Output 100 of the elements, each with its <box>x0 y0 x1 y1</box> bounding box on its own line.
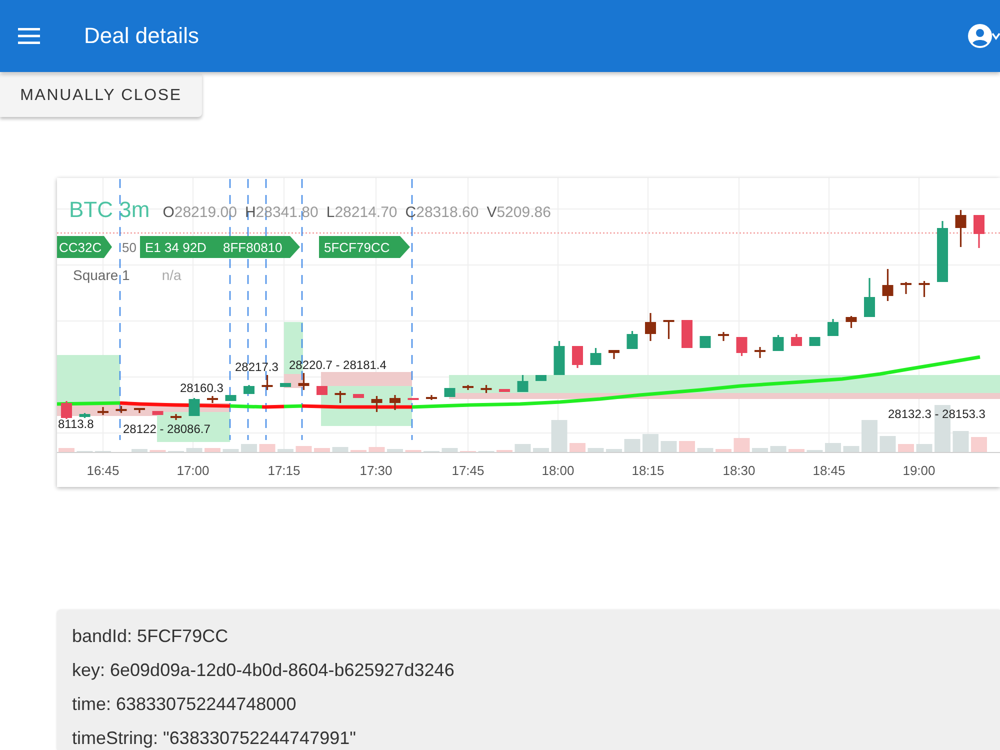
study-value: n/a <box>162 267 182 284</box>
candlestick <box>809 337 820 346</box>
candlestick <box>864 278 875 317</box>
candlestick <box>262 375 273 390</box>
volume-bar <box>843 446 860 452</box>
volume-bar <box>588 448 604 452</box>
candlestick <box>700 336 711 348</box>
time-axis-label: 17:45 <box>452 463 484 478</box>
volume-bar <box>642 434 658 452</box>
menu-button[interactable] <box>18 28 40 44</box>
marker-flag: 5FCF79CC <box>319 236 410 258</box>
candlestick <box>554 341 565 375</box>
candlestick <box>682 320 692 348</box>
volume-bar <box>58 448 74 452</box>
manually-close-button[interactable]: MANUALLY CLOSE <box>0 74 202 117</box>
candlestick <box>280 383 291 387</box>
candlestick <box>152 411 164 415</box>
candlestick <box>974 215 984 248</box>
candlestick <box>718 332 729 341</box>
volume-bar <box>296 446 312 452</box>
candlestick <box>480 385 492 393</box>
candlestick <box>207 396 218 403</box>
volume-bar <box>679 441 695 452</box>
volume-bar <box>916 444 932 452</box>
volume-bar <box>533 448 549 452</box>
ohlc-value: O28219.00 <box>162 204 237 222</box>
volume-bar <box>752 448 768 452</box>
volume-bar <box>314 448 330 452</box>
range-label: 28122 - 28086.7 <box>123 422 210 436</box>
ohlc-value: L28214.70 <box>326 204 398 222</box>
account-button[interactable] <box>968 24 1000 48</box>
volume-bar <box>241 444 257 452</box>
candlestick <box>444 388 456 397</box>
menu-icon <box>18 28 40 44</box>
volume-bar <box>551 420 568 452</box>
range-label: 28217.3 <box>235 360 278 374</box>
marker-flag: CC32C <box>57 236 112 258</box>
volume-bar <box>606 449 622 452</box>
time-axis-label: 17:15 <box>268 463 300 478</box>
candlestick <box>134 408 145 413</box>
candlestick <box>116 406 127 413</box>
ohlc-value: V5209.86 <box>486 204 551 222</box>
candlestick <box>298 373 310 390</box>
volume-bar <box>514 444 531 452</box>
volume-bar <box>332 447 348 452</box>
volume-bar <box>716 449 732 452</box>
candlestick <box>663 320 674 339</box>
volume-bar <box>259 444 276 452</box>
range-label: 8113.8 <box>58 417 94 431</box>
candlestick <box>791 334 802 346</box>
candlestick <box>390 395 400 410</box>
candlestick <box>846 316 857 328</box>
volume-bar <box>770 446 786 452</box>
candlestick <box>590 348 602 365</box>
time-axis-label: 19:00 <box>902 463 936 478</box>
candlestick <box>608 350 620 359</box>
range-label: 28132.3 - 28153.3 <box>888 407 986 421</box>
candlestick <box>937 221 948 282</box>
candlestick <box>626 331 638 349</box>
volume-bar <box>387 449 403 452</box>
candlestick <box>316 386 328 395</box>
volume-bar <box>442 448 458 452</box>
marker-flag: 8FF80810 <box>218 236 300 258</box>
time-axis-label: 17:00 <box>176 463 210 478</box>
marker-flag: E1 34 92D <box>140 236 220 258</box>
detail-line: key: 6e09d09a-12d0-4b0d-8604-b625927d3246 <box>72 660 454 681</box>
candlestick <box>754 347 766 358</box>
candlestick <box>353 394 364 398</box>
time-axis-label: 18:45 <box>812 463 846 478</box>
candlestick <box>900 282 912 294</box>
page-title: Deal details <box>84 23 199 49</box>
candlestick <box>536 375 546 381</box>
time-axis-label: 18:15 <box>632 463 664 478</box>
volume-bar <box>570 443 586 452</box>
volume-bar <box>660 441 677 452</box>
candlestick <box>98 407 108 415</box>
candlestick <box>499 389 510 392</box>
time-axis-label: 17:30 <box>360 463 392 478</box>
range-label: 28160.3 <box>180 381 224 395</box>
volume-bar <box>862 420 878 452</box>
detail-line: time: 638330752244748000 <box>72 694 296 715</box>
account-icon <box>968 24 992 48</box>
volume-bar <box>132 449 148 452</box>
candlestick <box>645 313 656 341</box>
volume-bar <box>697 448 714 452</box>
candlestick <box>882 269 894 301</box>
candlestick <box>408 398 419 400</box>
volume-bar <box>222 449 239 452</box>
candlestick <box>334 391 346 403</box>
detail-line: timeString: "638330752244747991" <box>72 728 356 749</box>
study-name: Square 1 <box>73 267 130 284</box>
ohlc-value: C28318.60 <box>405 204 479 222</box>
volume-bar <box>825 443 841 452</box>
caret-icon <box>992 32 1000 40</box>
candlestick <box>772 335 784 351</box>
volume-bar <box>898 444 914 452</box>
volume-bar <box>880 436 896 452</box>
ohlc-value: H28341.80 <box>244 204 318 222</box>
time-axis-label: 18:30 <box>722 463 756 478</box>
candlestick <box>517 375 528 392</box>
